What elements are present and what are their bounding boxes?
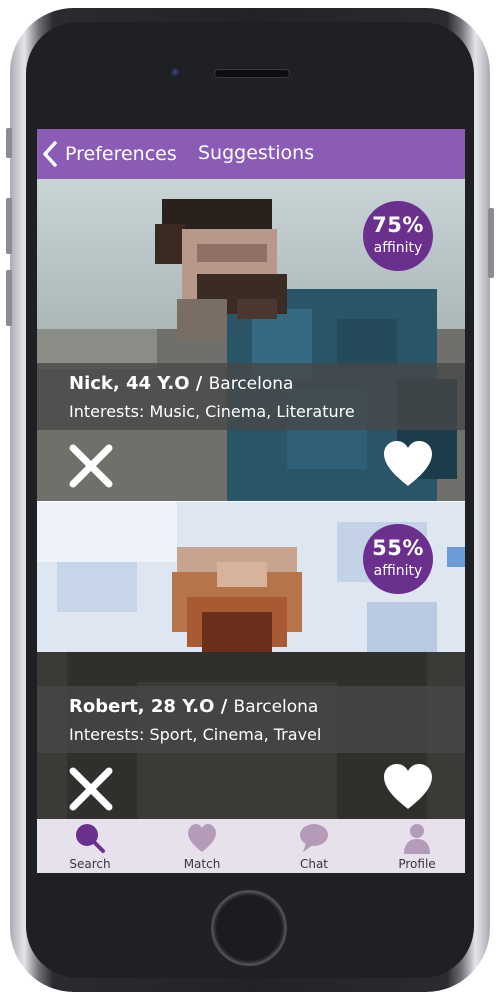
like-button[interactable] bbox=[381, 439, 435, 489]
person-icon bbox=[404, 824, 430, 854]
heart-icon bbox=[384, 441, 432, 486]
profile-city: Barcelona bbox=[208, 374, 294, 394]
volume-down-button bbox=[6, 270, 12, 326]
home-button[interactable] bbox=[211, 890, 287, 966]
dismiss-button[interactable] bbox=[67, 442, 115, 490]
earpiece-speaker bbox=[214, 69, 290, 78]
tab-match[interactable]: Match bbox=[162, 819, 242, 873]
app-screen: Preferences Suggestions 75% affinity Nic… bbox=[37, 129, 465, 873]
profile-name-line: Robert, 28 Y.O / Barcelona bbox=[69, 696, 318, 717]
affinity-percent: 75% bbox=[372, 213, 424, 237]
tab-label: Match bbox=[183, 857, 221, 871]
profile-card[interactable]: 55% affinity Robert, 28 Y.O / Barcelona … bbox=[37, 502, 465, 824]
like-button[interactable] bbox=[381, 762, 435, 812]
back-button[interactable]: Preferences bbox=[41, 137, 177, 171]
name-separator: / bbox=[189, 373, 209, 394]
tab-search[interactable]: Search bbox=[50, 819, 130, 873]
profile-info: Robert, 28 Y.O / Barcelona Interests: Sp… bbox=[37, 686, 465, 753]
tab-label: Profile bbox=[398, 857, 436, 871]
profile-interests: Interests: Sport, Cinema, Travel bbox=[69, 725, 322, 744]
navigation-bar: Preferences Suggestions bbox=[37, 129, 465, 179]
power-button bbox=[488, 208, 494, 278]
heart-icon bbox=[188, 824, 216, 852]
heart-icon bbox=[384, 764, 432, 809]
dismiss-button[interactable] bbox=[67, 765, 115, 813]
close-icon bbox=[69, 444, 113, 488]
tab-label: Chat bbox=[299, 857, 329, 871]
page-title: Suggestions bbox=[198, 142, 315, 164]
affinity-badge: 75% affinity bbox=[363, 201, 433, 271]
affinity-label: affinity bbox=[373, 563, 423, 579]
profile-name-line: Nick, 44 Y.O / Barcelona bbox=[69, 373, 293, 394]
profile-card[interactable]: 75% affinity Nick, 44 Y.O / Barcelona In… bbox=[37, 179, 465, 501]
front-camera bbox=[171, 68, 181, 78]
profile-interests: Interests: Music, Cinema, Literature bbox=[69, 402, 355, 421]
tab-chat[interactable]: Chat bbox=[274, 819, 354, 873]
profile-name-age: Robert, 28 Y.O bbox=[69, 696, 215, 717]
affinity-badge: 55% affinity bbox=[363, 524, 433, 594]
volume-up-button bbox=[6, 198, 12, 254]
tab-bar: Search Match Chat Profile bbox=[37, 819, 465, 873]
back-label: Preferences bbox=[65, 143, 177, 165]
profile-city: Barcelona bbox=[233, 697, 319, 717]
profile-info: Nick, 44 Y.O / Barcelona Interests: Musi… bbox=[37, 363, 465, 430]
profile-name-age: Nick, 44 Y.O bbox=[69, 373, 190, 394]
search-icon bbox=[76, 824, 105, 853]
close-icon bbox=[69, 767, 113, 811]
tab-profile[interactable]: Profile bbox=[377, 819, 457, 873]
name-separator: / bbox=[214, 696, 234, 717]
mute-switch bbox=[6, 128, 12, 158]
chat-bubble-icon bbox=[300, 824, 328, 852]
affinity-percent: 55% bbox=[372, 536, 424, 560]
tab-label: Search bbox=[69, 857, 111, 871]
affinity-label: affinity bbox=[373, 240, 423, 256]
chevron-left-icon bbox=[43, 141, 57, 167]
